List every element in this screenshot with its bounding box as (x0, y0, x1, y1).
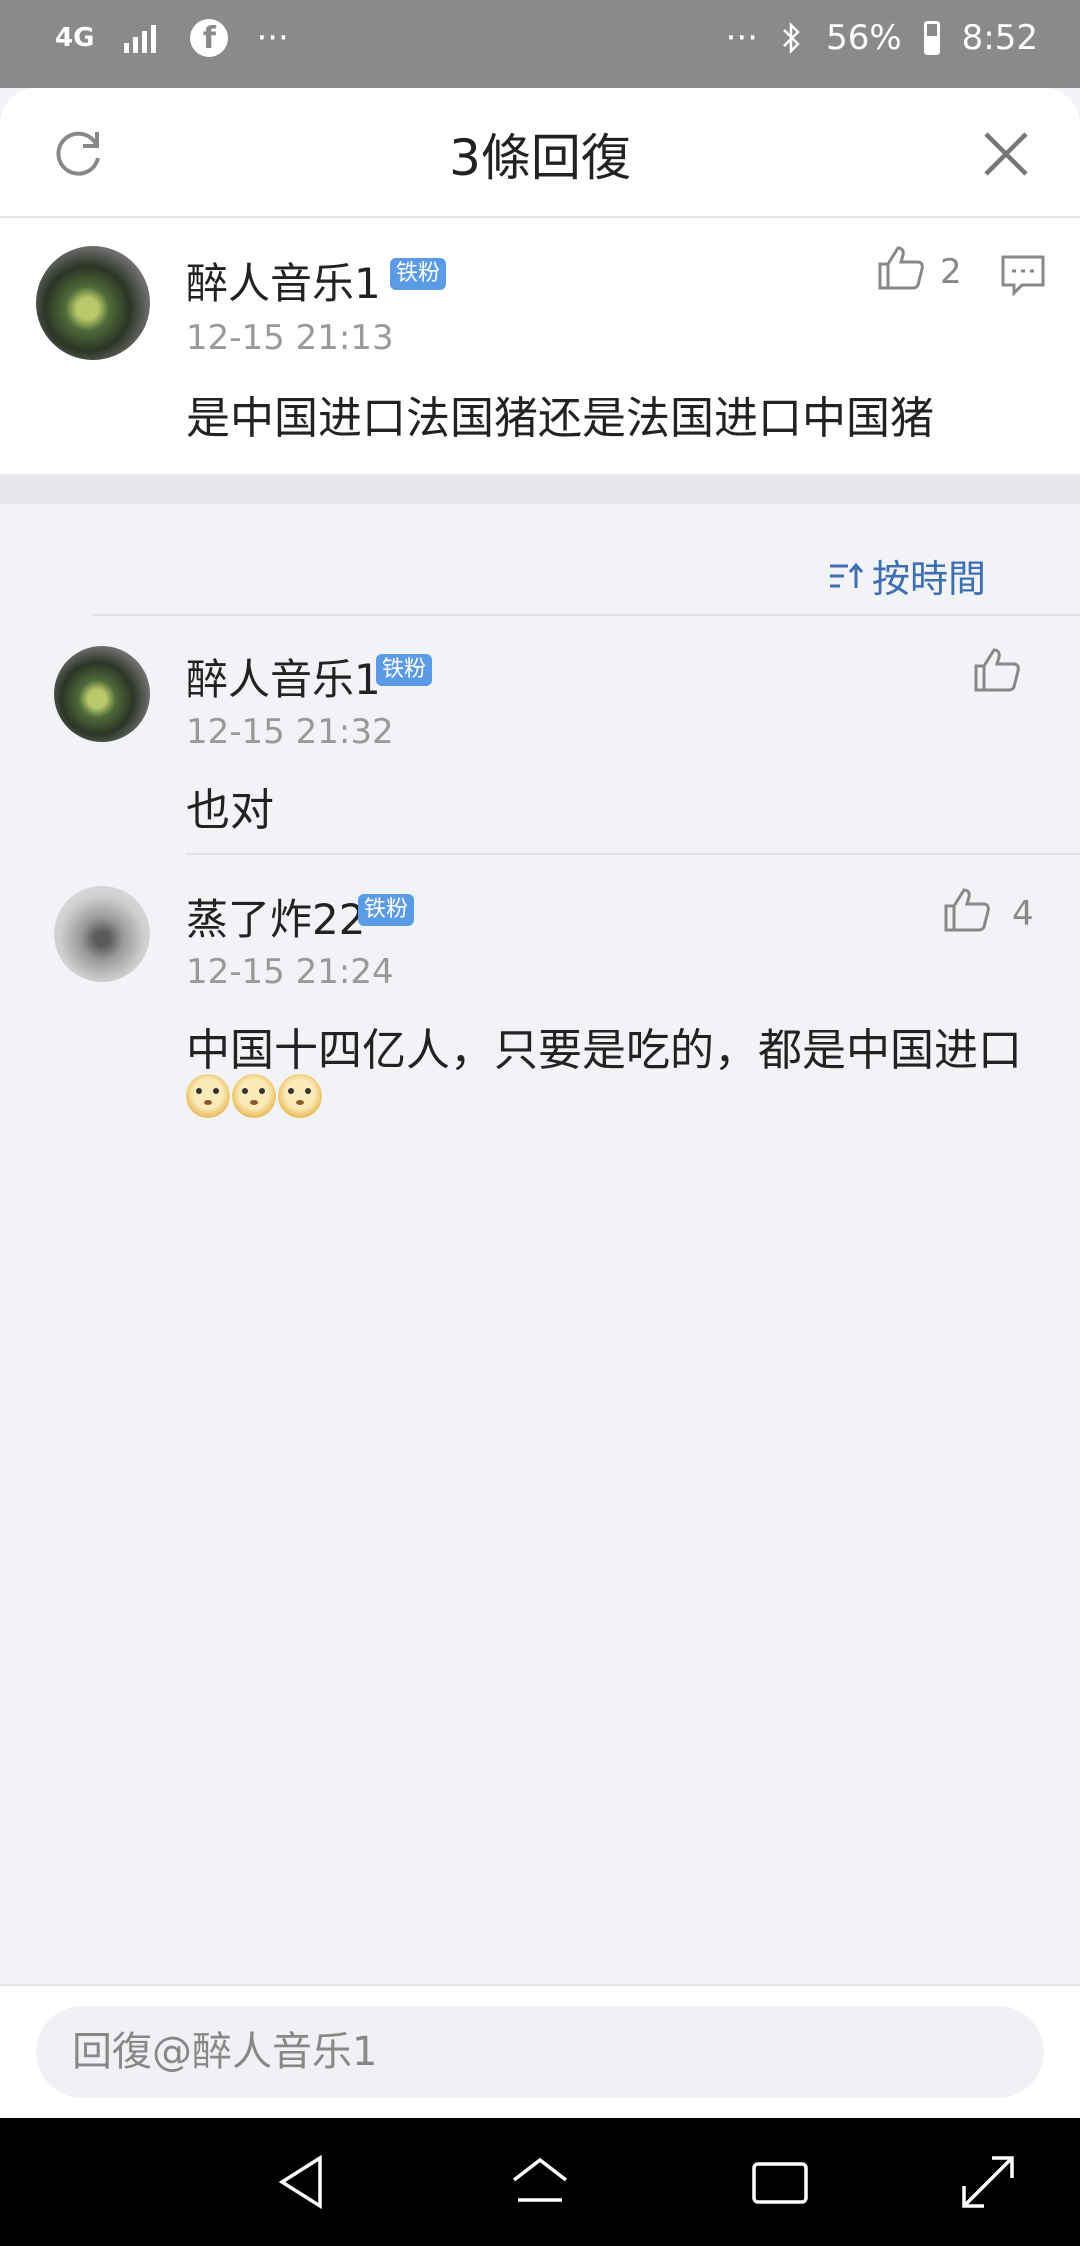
battery-percent: 56% (826, 18, 902, 58)
home-icon[interactable] (508, 2150, 572, 2214)
thumbs-up-icon[interactable] (942, 884, 992, 934)
main-comment: 醉人音乐1 铁粉 12-15 21:13 是中国进口法国猪还是法国进口中国猪 2 (0, 218, 1080, 474)
status-bar: 4G f ··· ··· 56% 8:52 (0, 0, 1080, 88)
avatar[interactable] (36, 246, 150, 360)
clock: 8:52 (961, 18, 1038, 58)
reply-icon[interactable] (1000, 254, 1046, 296)
reply-username[interactable]: 蒸了炸22 (186, 886, 365, 947)
fan-badge: 铁粉 (358, 894, 415, 926)
reply-username[interactable]: 醉人音乐1 (186, 646, 381, 707)
sort-label: 按時間 (871, 557, 986, 601)
divider (0, 474, 1080, 504)
reply-time: 12-15 21:32 (186, 712, 394, 752)
signal-icon (124, 25, 157, 53)
doge-emoji-icon (232, 1074, 276, 1118)
reply-input[interactable] (36, 2006, 1044, 2098)
avatar[interactable] (54, 886, 150, 982)
like-count: 4 (1012, 894, 1034, 934)
divider (186, 853, 1080, 855)
comment-text: 是中国进口法国猪还是法国进口中国猪 (186, 393, 934, 444)
more-status-icon: ··· (725, 18, 759, 58)
sheet-header: 3條回復 (0, 88, 1080, 218)
back-icon[interactable] (270, 2150, 334, 2214)
avatar[interactable] (54, 646, 150, 742)
thumbs-up-icon[interactable] (876, 242, 926, 292)
fan-badge: 铁粉 (376, 654, 433, 686)
page-title: 3條回復 (449, 129, 631, 187)
fan-badge: 铁粉 (390, 258, 447, 290)
emoji-row (186, 1074, 324, 1118)
close-icon[interactable] (980, 128, 1032, 180)
comment-time: 12-15 21:13 (186, 318, 394, 358)
doge-emoji-icon (186, 1074, 230, 1118)
navigation-bar (0, 2118, 1080, 2246)
facebook-icon: f (190, 19, 229, 57)
reply-text: 中国十四亿人，只要是吃的，都是中国进口 (186, 1025, 1022, 1076)
thumbs-up-icon[interactable] (972, 644, 1022, 694)
like-count: 2 (940, 252, 962, 292)
doge-emoji-icon (278, 1074, 322, 1118)
expand-icon[interactable] (956, 2150, 1020, 2214)
recent-apps-icon[interactable] (748, 2150, 812, 2214)
divider (92, 614, 1080, 616)
bluetooth-icon (783, 21, 800, 55)
network-4g-icon: 4G (55, 23, 95, 53)
sort-icon (829, 562, 864, 588)
reply-bar (0, 1984, 1080, 2118)
battery-icon (923, 21, 940, 55)
reply-time: 12-15 21:24 (186, 952, 394, 992)
sort-by-time-button[interactable]: 按時間 (828, 548, 986, 603)
more-notifications-icon: ··· (256, 18, 289, 58)
comment-username[interactable]: 醉人音乐1 (186, 250, 381, 311)
replies-list: 按時間 醉人音乐1 铁粉 12-15 21:32 也对 蒸了炸22 铁粉 12-… (0, 504, 1080, 1144)
reply-text: 也对 (186, 785, 274, 836)
